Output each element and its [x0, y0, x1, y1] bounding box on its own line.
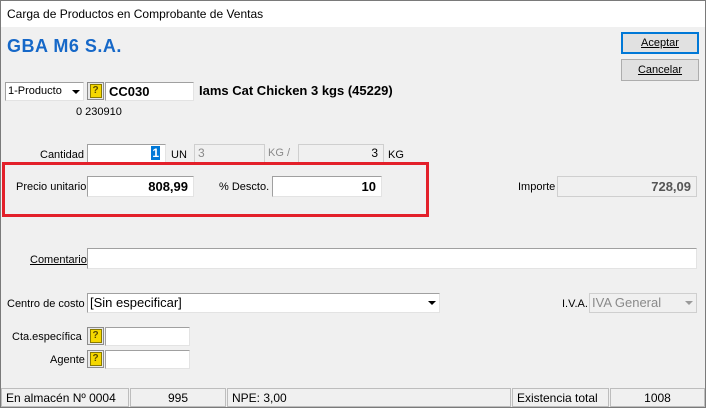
cancel-button-label: Cancelar [637, 64, 683, 76]
status-warehouse-value: 995 [130, 388, 226, 407]
window-title: Carga de Productos en Comprobante de Ven… [7, 7, 264, 21]
product-description: Iams Cat Chicken 3 kgs (45229) [199, 83, 393, 98]
amount-label: Importe [518, 181, 556, 193]
accept-button[interactable]: Aceptar [621, 32, 699, 54]
cost-center-select[interactable]: [Sin especificar] [87, 293, 440, 313]
comment-input[interactable] [87, 248, 697, 269]
account-help-button[interactable]: ? [87, 327, 104, 345]
status-total-value: 1008 [610, 388, 705, 407]
account-label: Cta.específica [12, 331, 82, 343]
highlight-annotation [2, 162, 429, 217]
title-bar: Carga de Productos en Comprobante de Ven… [1, 1, 705, 27]
help-icon: ? [89, 329, 102, 343]
help-icon: ? [89, 84, 102, 98]
help-icon: ? [89, 352, 102, 366]
account-input[interactable] [105, 327, 190, 346]
product-help-button[interactable]: ? [87, 82, 104, 100]
quantity-value: 1 [151, 146, 160, 160]
quantity-label: Cantidad [40, 149, 85, 161]
agent-input[interactable] [105, 350, 190, 369]
weight-unit-a: KG / [268, 147, 291, 159]
iva-value: IVA General [592, 295, 662, 310]
product-sub-info: 0 230910 [76, 106, 122, 118]
status-total-label: Existencia total [512, 388, 609, 407]
weight-input[interactable]: 3 [194, 144, 265, 163]
status-npe: NPE: 3,00 [227, 388, 511, 407]
cancel-button[interactable]: Cancelar [621, 59, 699, 81]
cost-center-label: Centro de costo [7, 298, 85, 310]
chevron-down-icon [424, 294, 439, 312]
accept-button-label: Aceptar [641, 37, 679, 49]
amount-output: 728,09 [557, 176, 697, 197]
weight-unit-b: KG [388, 149, 404, 161]
quantity-unit: UN [171, 149, 187, 161]
product-type-value: 1-Producto [8, 85, 62, 97]
weight-input-b[interactable]: 3 [298, 144, 384, 163]
agent-help-button[interactable]: ? [87, 350, 104, 368]
quantity-input[interactable]: 1 [87, 144, 166, 163]
iva-label: I.V.A. [562, 298, 588, 310]
product-code-input[interactable]: CC030 [105, 82, 194, 101]
comment-label: Comentario [30, 254, 87, 266]
agent-label: Agente [50, 354, 85, 366]
product-type-select[interactable]: 1-Producto [5, 82, 84, 101]
company-name: GBA M6 S.A. [7, 36, 122, 56]
chevron-down-icon [68, 83, 83, 100]
status-warehouse-label: En almacén Nº 0004 [1, 388, 129, 407]
cost-center-value: [Sin especificar] [90, 295, 182, 310]
iva-select[interactable]: IVA General [589, 293, 697, 313]
chevron-down-icon [681, 294, 696, 312]
